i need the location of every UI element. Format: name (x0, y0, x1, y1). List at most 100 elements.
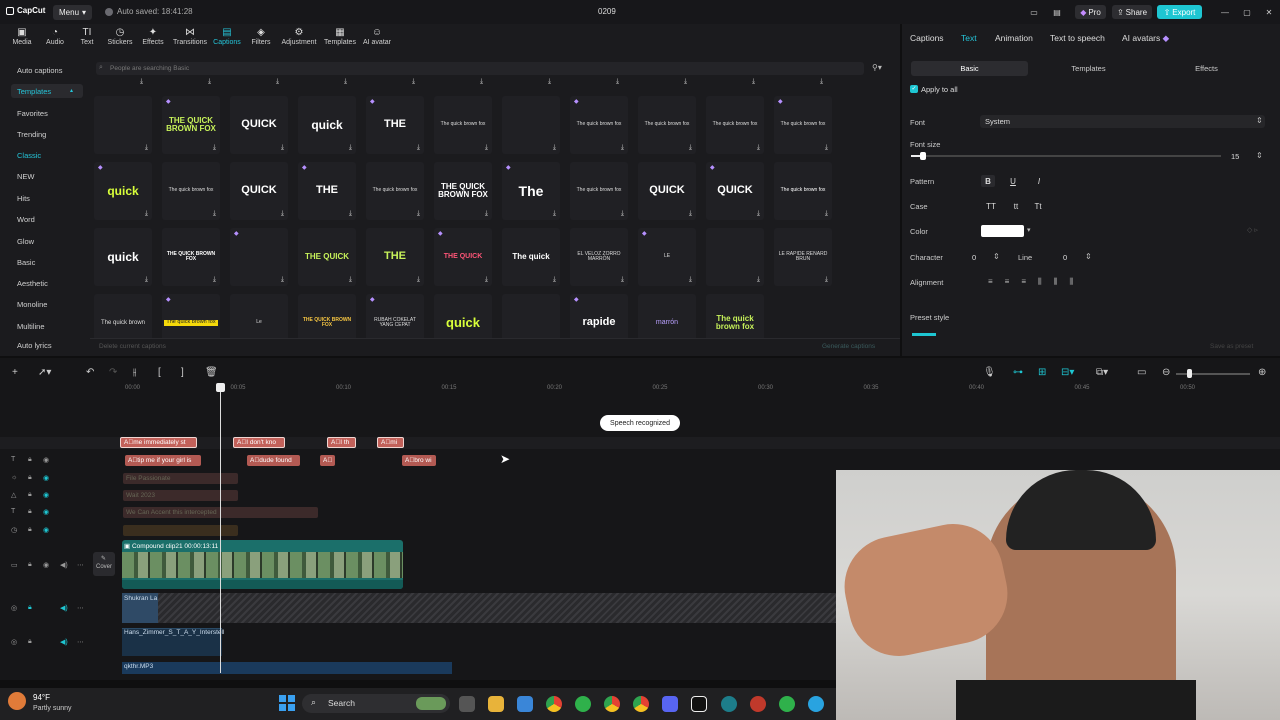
eye-icon[interactable]: ◉ (43, 474, 49, 482)
lock-icon[interactable]: 🔒︎ (28, 474, 32, 482)
bold-button[interactable]: B (981, 175, 995, 187)
caption-clip[interactable]: A⃞ dude found (247, 455, 300, 466)
case-title-button[interactable]: Tt (1030, 200, 1046, 212)
weather-icon[interactable] (8, 692, 26, 710)
download-icon[interactable]: ⤓ (412, 78, 415, 86)
caption-template-card[interactable]: THE QUICK BROWN FOX ⤓ (162, 228, 220, 286)
nav-favorites[interactable]: Favorites (17, 109, 48, 118)
caption-template-card[interactable]: The quick brown fox ⤓ (162, 162, 220, 220)
split-icon[interactable]: ⫲ (133, 367, 136, 378)
nav-auto-lyrics[interactable]: Auto lyrics (17, 341, 52, 350)
audio-clip-3[interactable] (122, 662, 452, 674)
nav-hits[interactable]: Hits (17, 194, 30, 203)
download-icon[interactable]: ⤓ (281, 276, 284, 284)
split-right-icon[interactable]: ] (181, 367, 184, 378)
windows-start-icon[interactable] (279, 695, 295, 711)
eye-icon[interactable]: ◉ (43, 561, 49, 569)
download-icon[interactable]: ⤓ (825, 210, 828, 218)
chrome-profile-icon[interactable] (604, 696, 620, 712)
download-icon[interactable]: ⤓ (208, 78, 211, 86)
speaker-icon[interactable]: ◀︎) (60, 604, 68, 612)
underline-button[interactable]: U (1006, 175, 1020, 187)
download-icon[interactable]: ⤓ (689, 144, 692, 152)
caption-template-card[interactable]: QUICK ⤓ (638, 162, 696, 220)
minimize-icon[interactable]: — (1218, 5, 1232, 19)
lock-icon[interactable]: 🔒︎ (28, 491, 32, 499)
zoom-in-icon[interactable]: ⊕ (1258, 367, 1266, 378)
telegram-icon[interactable] (808, 696, 824, 712)
microphone-icon[interactable]: 🎙 (983, 367, 996, 378)
lock-icon[interactable]: 🔒︎ (28, 604, 32, 612)
whatsapp-icon[interactable] (575, 696, 591, 712)
caption-template-card[interactable]: The quick brown fox ⤓ (570, 162, 628, 220)
caption-template-card[interactable]: The quick brown fox ⤓ (774, 162, 832, 220)
download-icon[interactable]: ⤓ (480, 78, 483, 86)
select-tool-icon[interactable]: ➚▾ (38, 367, 51, 378)
download-icon[interactable]: ⤓ (344, 78, 347, 86)
recorder-icon[interactable] (750, 696, 766, 712)
caption-template-card[interactable]: QUICK ⤓ (230, 96, 288, 154)
download-icon[interactable]: ⤓ (417, 276, 420, 284)
chevron-down-icon[interactable]: ▾ (1027, 226, 1031, 234)
project-name[interactable]: 0209 (598, 7, 616, 16)
download-icon[interactable]: ⤓ (820, 78, 823, 86)
case-upper-button[interactable]: TT (983, 200, 999, 212)
preview-axis-icon[interactable]: ⊟▾ (1061, 367, 1074, 378)
nav-word[interactable]: Word (17, 215, 35, 224)
font-size-value[interactable]: 15 (1231, 152, 1239, 161)
download-icon[interactable]: ⤓ (213, 144, 216, 152)
lock-icon[interactable]: 🔒︎ (28, 561, 32, 569)
download-icon[interactable]: ⤓ (616, 78, 619, 86)
caption-icon[interactable]: ▭ (1137, 367, 1146, 378)
whatsapp-2-icon[interactable] (779, 696, 795, 712)
caption-template-card[interactable]: THE QUICK BROWN FOX ⤓ ◆ (162, 96, 220, 154)
caption-template-card[interactable]: ⤓ ◆ (230, 228, 288, 286)
maximize-icon[interactable]: ▢ (1240, 5, 1254, 19)
cover-button[interactable]: ✎ Cover (93, 552, 115, 576)
lock-icon[interactable]: 🔒︎ (28, 456, 32, 464)
subtab-effects[interactable]: Effects (1148, 61, 1265, 76)
tab-text[interactable]: Text (961, 33, 977, 43)
download-icon[interactable]: ⤓ (825, 144, 828, 152)
caption-template-card[interactable]: ⤓ (502, 96, 560, 154)
download-icon[interactable]: ⤓ (621, 144, 624, 152)
compound-clip[interactable]: ▣ Compound clip21 00:00:13:11 (122, 540, 403, 589)
add-track-icon[interactable]: + (12, 367, 18, 378)
tab-animation[interactable]: Animation (995, 33, 1033, 43)
nav-new[interactable]: NEW (17, 172, 35, 181)
download-icon[interactable]: ⤓ (757, 276, 760, 284)
caption-template-card[interactable]: THE ⤓ ◆ (366, 96, 424, 154)
nav-aesthetic[interactable]: Aesthetic (17, 279, 48, 288)
download-icon[interactable]: ⤓ (757, 210, 760, 218)
case-lower-button[interactable]: tt (1008, 200, 1024, 212)
zoom-handle[interactable] (1187, 369, 1192, 378)
caption-template-card[interactable]: THE QUICK ⤓ ◆ (434, 228, 492, 286)
download-icon[interactable]: ⤓ (485, 210, 488, 218)
chrome-profile-2-icon[interactable] (633, 696, 649, 712)
caption-clip[interactable]: A⃞ bro wi (402, 455, 436, 466)
nav-templates[interactable]: Templates (17, 87, 51, 96)
filter-icon[interactable]: ⚲▾ (872, 63, 882, 72)
zoom-out-icon[interactable]: ⊖ (1162, 367, 1170, 378)
download-icon[interactable]: ⤓ (553, 276, 556, 284)
caption-template-card[interactable]: quick ⤓ ◆ (94, 162, 152, 220)
chrome-icon[interactable] (546, 696, 562, 712)
caption-template-card[interactable]: The quick brown fox ⤓ ◆ (570, 96, 628, 154)
link-icon[interactable]: ⊞ (1038, 367, 1046, 378)
download-icon[interactable]: ⤓ (553, 144, 556, 152)
download-icon[interactable]: ⤓ (689, 276, 692, 284)
save-preset-button[interactable]: Save as preset (1210, 343, 1253, 350)
apply-all-checkbox[interactable]: ✓ (910, 85, 918, 93)
nav-glow[interactable]: Glow (17, 237, 34, 246)
lock-icon[interactable]: 🔒︎ (28, 638, 32, 646)
tab-ai-avatars[interactable]: AI avatars ◆ (1122, 33, 1169, 44)
subtab-basic[interactable]: Basic (911, 61, 1028, 76)
subtab-templates[interactable]: Templates (1030, 61, 1147, 76)
lock-icon[interactable]: 🔒︎ (28, 526, 32, 534)
share-button[interactable]: ⇪ Share (1112, 5, 1152, 19)
download-icon[interactable]: ⤓ (213, 210, 216, 218)
layout-icon[interactable]: ▭ (1027, 5, 1041, 19)
stepper-icon[interactable]: ⇕ (1085, 252, 1092, 261)
stepper-icon[interactable]: ⇕ (1256, 151, 1263, 160)
generate-captions-button[interactable]: Generate captions (822, 343, 875, 350)
